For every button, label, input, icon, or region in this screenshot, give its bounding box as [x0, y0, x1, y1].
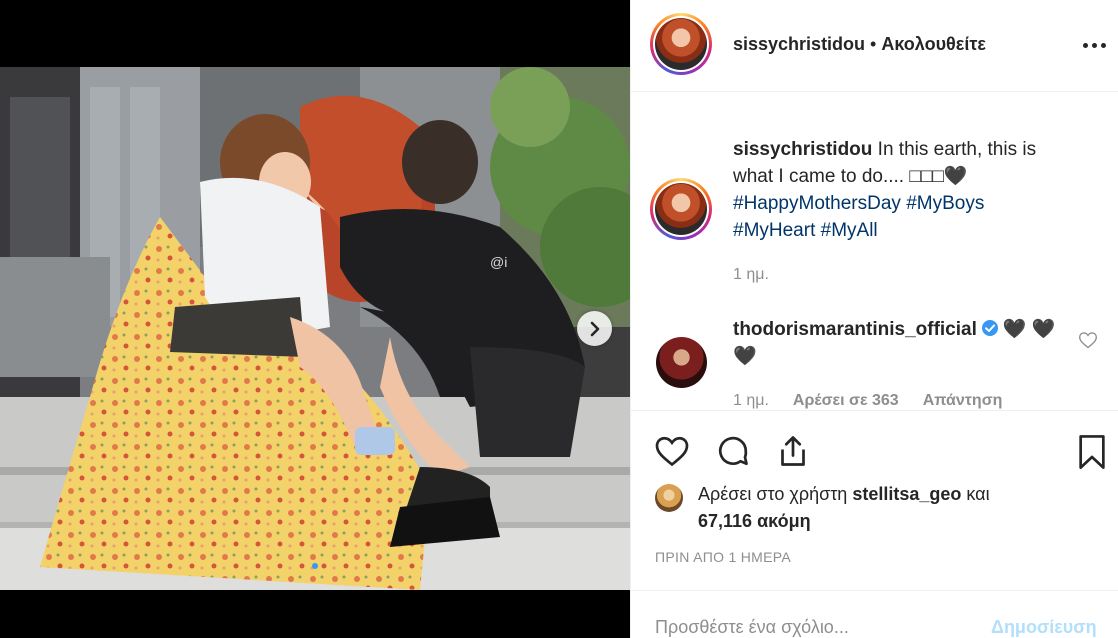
more-icon[interactable]	[1083, 38, 1107, 52]
comment-time[interactable]: 1 ημ.	[733, 392, 769, 409]
comment-input[interactable]: Προσθέστε ένα σχόλιο...	[655, 617, 849, 638]
caption-emoji: □□□🖤	[909, 166, 968, 187]
likes-count-link[interactable]: 67,116 ακόμη	[698, 511, 811, 531]
bookmark-icon[interactable]	[1075, 433, 1109, 471]
post-actions: Αρέσει στο χρήστη stellitsa_geo και 67,1…	[631, 410, 1118, 578]
follow-separator: •	[865, 34, 882, 54]
post-sidebar: sissychristidou • Ακολουθείτε sissychris…	[630, 0, 1118, 638]
share-icon[interactable]	[775, 433, 811, 469]
follow-status-button[interactable]: Ακολουθείτε	[881, 34, 986, 54]
comment: thodorismarantinis_official 🖤 🖤🖤	[733, 316, 1073, 370]
liker-avatar[interactable]	[655, 484, 683, 512]
post-photo[interactable]: @i	[0, 67, 630, 590]
comment-likes-count[interactable]: Αρέσει σε 363	[793, 392, 899, 409]
post-comment-button[interactable]: Δημοσίευση	[991, 617, 1097, 638]
caption: sissychristidou In this earth, this is w…	[733, 136, 1073, 244]
comment-meta: 1 ημ. Αρέσει σε 363 Απάντηση	[733, 392, 1002, 410]
author-username[interactable]: sissychristidou	[733, 34, 865, 54]
commenter-avatar[interactable]	[656, 337, 707, 388]
liker-username[interactable]: stellitsa_geo	[852, 484, 961, 504]
comment-username[interactable]: thodorismarantinis_official	[733, 319, 977, 340]
likes-text: Αρέσει στο χρήστη stellitsa_geo και 67,1…	[698, 481, 1098, 535]
post-media: @i	[0, 0, 630, 638]
author-avatar[interactable]	[650, 13, 712, 75]
comment-icon[interactable]	[715, 433, 751, 469]
likes-conjunction: και	[966, 484, 990, 504]
carousel-indicator	[0, 563, 630, 569]
hashtag-link[interactable]: #MyHeart	[733, 220, 815, 241]
comments-list[interactable]: sissychristidou In this earth, this is w…	[631, 92, 1118, 410]
likes-prefix: Αρέσει στο χρήστη	[698, 484, 848, 504]
caption-author-avatar[interactable]	[650, 178, 712, 240]
verified-icon	[981, 320, 998, 336]
heart-icon[interactable]	[653, 433, 691, 469]
post-timestamp[interactable]: ΠΡΙΝ ΑΠΟ 1 ΗΜΕΡΑ	[655, 549, 791, 565]
svg-text:@i: @i	[490, 254, 507, 270]
caption-username[interactable]: sissychristidou	[733, 139, 872, 160]
chevron-right-icon	[590, 321, 599, 336]
hashtag-link[interactable]: #MyBoys	[906, 193, 984, 214]
reply-button[interactable]: Απάντηση	[923, 392, 1003, 409]
photo-illustration: @i	[0, 67, 630, 590]
hashtag-link[interactable]: #MyAll	[821, 220, 878, 241]
post-header: sissychristidou • Ακολουθείτε	[631, 0, 1118, 92]
comment-like-heart-icon[interactable]	[1078, 330, 1098, 350]
add-comment-bar: Προσθέστε ένα σχόλιο... Δημοσίευση	[631, 590, 1118, 638]
header-text: sissychristidou • Ακολουθείτε	[733, 34, 986, 55]
caption-time[interactable]: 1 ημ.	[733, 266, 769, 284]
carousel-dot-active	[312, 563, 318, 569]
hashtag-link[interactable]: #HappyMothersDay	[733, 193, 901, 214]
next-slide-button[interactable]	[577, 311, 612, 346]
